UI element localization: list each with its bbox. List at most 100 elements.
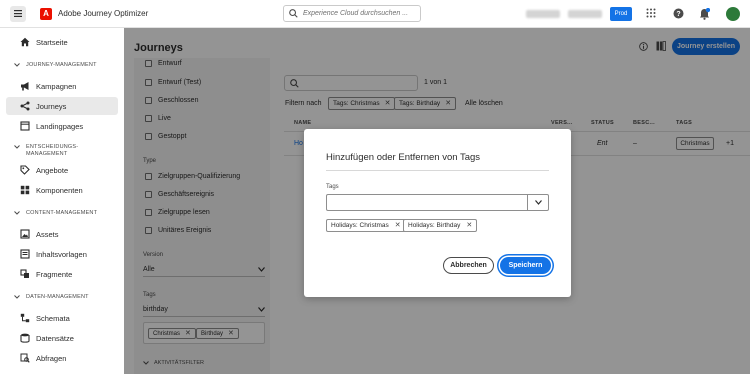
chevron-down-icon — [14, 145, 20, 149]
status-text: Ent — [597, 140, 608, 147]
filter-status-live[interactable]: Live — [145, 115, 171, 122]
filter-by-label: Filtern nach — [285, 100, 322, 107]
chevron-down-icon — [14, 295, 20, 299]
active-filter-chip[interactable]: Tags: Birthday ✕ — [394, 97, 457, 110]
user-avatar[interactable] — [726, 7, 740, 21]
filter-status-draft[interactable]: Entwurf — [145, 60, 182, 67]
sidebar-item-campaigns[interactable]: Kampagnen — [6, 77, 118, 95]
checkbox[interactable] — [145, 133, 152, 140]
page-title: Journeys — [134, 42, 183, 54]
sidebar-item-components[interactable]: Komponenten — [6, 181, 118, 199]
filter-tag-chip[interactable]: Birthday ✕ — [196, 328, 239, 339]
filter-type-read-audience[interactable]: Zielgruppe lesen — [145, 209, 210, 216]
checkbox[interactable] — [145, 173, 152, 180]
save-button[interactable]: Speichern — [500, 257, 551, 274]
divider — [326, 170, 549, 171]
info-icon[interactable] — [639, 42, 648, 51]
sidebar-item-assets[interactable]: Assets — [6, 225, 118, 243]
sidebar-item-journeys[interactable]: Journeys — [6, 97, 118, 115]
tag-chip-birthday[interactable]: Holidays: Birthday ✕ — [403, 219, 478, 232]
column-header-version[interactable]: VERS... — [551, 120, 573, 126]
sidebar-section-decisioning[interactable]: ENTSCHEIDUNGS-MANAGEMENT — [14, 144, 96, 158]
sidebar-item-queries[interactable]: Abfragen — [6, 349, 118, 367]
filter-status-closed[interactable]: Geschlossen — [145, 97, 198, 104]
sidebar-section-data[interactable]: DATEN-MANAGEMENT — [14, 294, 89, 301]
tag-chip-christmas[interactable]: Holidays: Christmas ✕ — [326, 219, 406, 232]
column-settings-icon[interactable] — [656, 41, 666, 51]
checkbox[interactable] — [145, 227, 152, 234]
sidebar-item-schemas[interactable]: Schemata — [6, 309, 118, 327]
journey-search-input[interactable] — [284, 75, 418, 91]
components-icon — [20, 185, 30, 195]
help-icon[interactable]: ? — [673, 8, 684, 19]
sidebar-item-fragments[interactable]: Fragmente — [6, 265, 118, 283]
remove-tag-icon[interactable]: ✕ — [466, 222, 472, 229]
app-name: Adobe Journey Optimizer — [58, 9, 149, 18]
column-header-name[interactable]: NAME — [294, 120, 311, 126]
chevron-down-icon — [534, 200, 542, 205]
close-icon[interactable]: ✕ — [385, 100, 391, 107]
column-header-tags[interactable]: TAGS — [676, 120, 692, 126]
description-text: – — [633, 140, 637, 147]
sidebar-section-content[interactable]: CONTENT-MANAGEMENT — [14, 210, 97, 217]
filter-type-audience-qualification[interactable]: Zielgruppen-Qualifizierung — [145, 173, 240, 180]
filter-status-draft-test[interactable]: Entwurf (Test) — [145, 79, 201, 86]
cancel-button[interactable]: Abbrechen — [443, 257, 494, 274]
offer-icon — [20, 165, 30, 175]
checkbox[interactable] — [145, 60, 152, 67]
filter-selected-tags: Christmas ✕ Birthday ✕ — [143, 322, 265, 344]
clear-all-link[interactable]: Alle löschen — [465, 100, 503, 107]
create-journey-button[interactable]: Journey erstellen — [672, 38, 740, 55]
close-icon[interactable]: ✕ — [185, 330, 191, 337]
filter-tags-select[interactable]: birthday — [143, 303, 265, 317]
menu-icon[interactable] — [10, 5, 26, 22]
sidebar-section-journey[interactable]: JOURNEY-MANAGEMENT — [14, 62, 97, 69]
query-icon — [20, 353, 30, 363]
sidebar-item-datasets[interactable]: Datensätze — [6, 329, 118, 347]
remove-tag-icon[interactable]: ✕ — [395, 222, 401, 229]
sidebar-item-offers[interactable]: Angebote — [6, 161, 118, 179]
tags-dialog: Hinzufügen oder Entfernen von Tags Tags … — [304, 129, 571, 297]
sandbox-switcher[interactable] — [568, 10, 602, 18]
filter-type-label: Type — [143, 158, 157, 164]
filter-status-stopped[interactable]: Gestoppt — [145, 133, 186, 140]
sidebar-item-content-templates[interactable]: Inhaltsvorlagen — [6, 245, 118, 263]
checkbox[interactable] — [145, 115, 152, 122]
tags-input[interactable] — [327, 195, 528, 210]
checkbox[interactable] — [145, 191, 152, 198]
chevron-down-icon — [143, 361, 149, 365]
sidebar-item-home[interactable]: Startseite — [6, 33, 118, 51]
template-icon — [20, 249, 30, 259]
activity-filter-section[interactable]: AKTIVITÄTSFILTER — [143, 360, 204, 366]
search-placeholder: Experience Cloud durchsuchen ... — [303, 10, 409, 17]
filter-version-select[interactable]: Alle — [143, 263, 265, 277]
schema-icon — [20, 313, 30, 323]
column-header-description[interactable]: BESC... — [633, 120, 655, 126]
org-switcher[interactable] — [526, 10, 560, 18]
journey-name-link[interactable]: Ho — [294, 140, 303, 147]
adobe-logo-icon[interactable]: A — [40, 7, 52, 20]
column-header-status[interactable]: STATUS — [591, 120, 614, 126]
journey-icon — [20, 101, 30, 111]
close-icon[interactable]: ✕ — [228, 330, 234, 337]
global-search-input[interactable]: Experience Cloud durchsuchen ... — [283, 5, 421, 22]
checkbox[interactable] — [145, 97, 152, 104]
megaphone-icon — [20, 81, 30, 91]
env-badge[interactable]: Prod — [610, 7, 632, 21]
filter-type-business-event[interactable]: Geschäftsereignis — [145, 191, 214, 198]
active-filter-chip[interactable]: Tags: Christmas ✕ — [328, 97, 396, 110]
checkbox[interactable] — [145, 79, 152, 86]
more-tags-count: +1 — [726, 140, 734, 147]
close-icon[interactable]: ✕ — [445, 100, 451, 107]
search-icon — [289, 9, 298, 18]
apps-grid-icon[interactable] — [646, 8, 656, 18]
checkbox[interactable] — [145, 209, 152, 216]
row-tag-chip: Christmas — [676, 137, 714, 150]
tags-dropdown-button[interactable] — [527, 195, 548, 210]
tags-combobox[interactable] — [326, 194, 549, 211]
filter-tag-chip[interactable]: Christmas ✕ — [148, 328, 196, 339]
sidebar-item-landing-pages[interactable]: Landingpages — [6, 117, 118, 135]
notifications-bell-icon[interactable] — [699, 8, 710, 20]
assets-icon — [20, 229, 30, 239]
filter-type-unitary-event[interactable]: Unitäres Ereignis — [145, 227, 211, 234]
